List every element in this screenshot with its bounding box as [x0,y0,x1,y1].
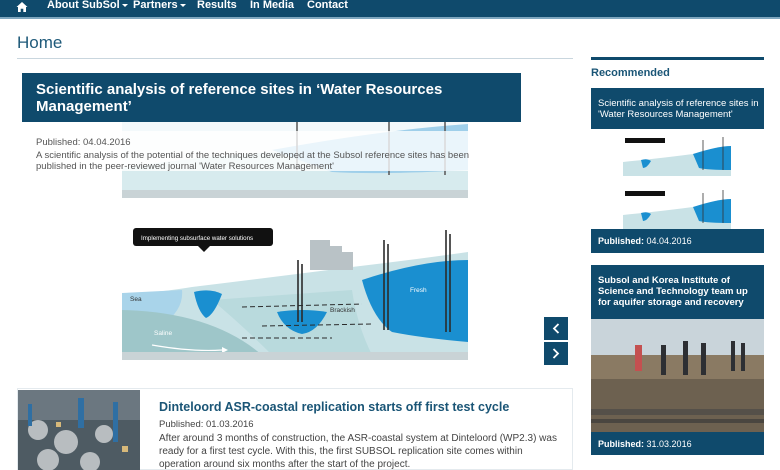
caret-down-icon [121,3,128,7]
article-title[interactable]: Dinteloord ASR-coastal replication start… [159,400,509,414]
home-icon[interactable] [16,1,28,13]
figure-banner-text: Implementing subsurface water solutions [141,235,253,242]
chevron-left-icon [552,323,560,334]
article-thumbnail-image[interactable] [18,390,140,470]
nav-item-results[interactable]: Results [197,0,237,11]
subsurface-water-figure: Implementing subsurface water solutions … [122,80,468,360]
nav-item-about-subsol[interactable]: About SubSol [47,0,128,11]
recommended-card[interactable]: Subsol and Korea Institute of Science an… [591,265,764,455]
recommended-card-footer: Published: 04.04.2016 [591,229,764,253]
recommended-card-date: Published: 04.04.2016 [598,236,692,246]
nav-item-partners[interactable]: Partners [133,0,186,11]
slide-published-date: Published: 04.04.2016 [36,137,131,148]
slider-next-button[interactable] [544,342,568,365]
slide-title[interactable]: Scientific analysis of reference sites i… [36,81,511,115]
sidebar-divider [591,57,764,60]
figure-label-brackish: Brackish [330,307,355,314]
recommended-card-title[interactable]: Subsol and Korea Institute of Science an… [598,275,760,308]
slide-description: A scientific analysis of the potential o… [36,150,470,172]
chevron-right-icon [552,348,560,359]
article-summary: After around 3 months of construction, t… [159,433,557,470]
sidebar-heading: Recommended [591,67,670,79]
slide-meta: Published: 04.04.2016 A scientific analy… [36,137,476,172]
nav-item-in-media[interactable]: In Media [250,0,294,11]
recommended-card-date: Published: 31.03.2016 [598,439,692,449]
figure-label-saline: Saline [154,330,172,337]
recommended-card-title[interactable]: Scientific analysis of reference sites i… [598,98,760,120]
title-divider [17,58,573,59]
article-teaser[interactable]: Dinteloord ASR-coastal replication start… [17,388,573,470]
page-title: Home [17,33,63,52]
slide-caption[interactable]: Scientific analysis of reference sites i… [22,73,521,122]
nav-item-contact[interactable]: Contact [307,0,348,11]
caret-down-icon [179,3,186,7]
featured-slider[interactable]: Implementing subsurface water solutions … [17,66,573,376]
figure-label-sea: Sea [130,296,142,303]
article-date: Published: 01.03.2016 [159,419,254,430]
main-nav: About SubSol Partners Results In Media C… [0,0,780,19]
recommended-card-photo[interactable] [591,319,764,432]
slider-prev-button[interactable] [544,317,568,340]
figure-label-fresh: Fresh [410,287,427,294]
